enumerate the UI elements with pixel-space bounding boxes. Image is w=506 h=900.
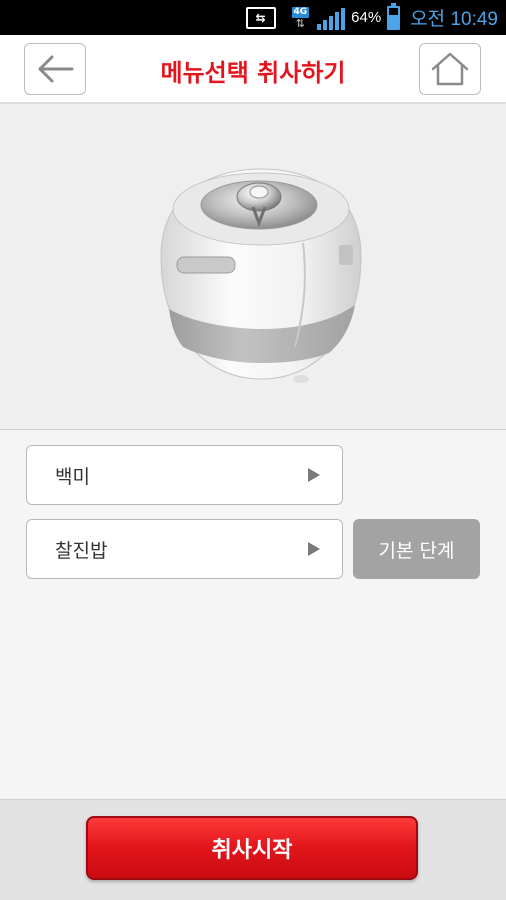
start-cooking-button[interactable]: 취사시작 <box>86 816 418 880</box>
battery-icon <box>387 2 401 30</box>
rice-type-value: 백미 <box>55 465 90 488</box>
home-icon <box>431 52 469 86</box>
dropdown-arrow-icon <box>308 468 320 482</box>
home-button[interactable] <box>419 43 481 95</box>
data-arrows-icon: ⇅ <box>295 16 305 30</box>
product-image-area <box>0 104 506 430</box>
battery-percent: 64% <box>351 9 382 26</box>
bottom-action-bar: 취사시작 <box>0 799 506 900</box>
menu-selection-area: 백미 찰진밥 기본 단계 <box>0 431 506 799</box>
rice-cooker-image <box>160 167 362 383</box>
cook-mode-dropdown[interactable]: 찰진밥 <box>26 519 343 579</box>
network-type-label: 4G <box>291 6 310 18</box>
cook-mode-value: 찰진밥 <box>55 539 108 562</box>
basic-step-button[interactable]: 기본 단계 <box>353 519 480 579</box>
network-indicator: 4G ⇅ <box>291 6 310 30</box>
clock: 오전 10:49 <box>410 9 498 30</box>
app-header: 메뉴선택 취사하기 <box>0 35 506 103</box>
signal-icon <box>317 6 346 30</box>
dropdown-arrow-icon <box>308 542 320 556</box>
nfc-icon: ⇆ <box>245 6 276 29</box>
rice-type-dropdown[interactable]: 백미 <box>26 445 343 505</box>
status-bar: ⇆ 4G ⇅ 64% 오전 10:49 <box>0 0 506 35</box>
